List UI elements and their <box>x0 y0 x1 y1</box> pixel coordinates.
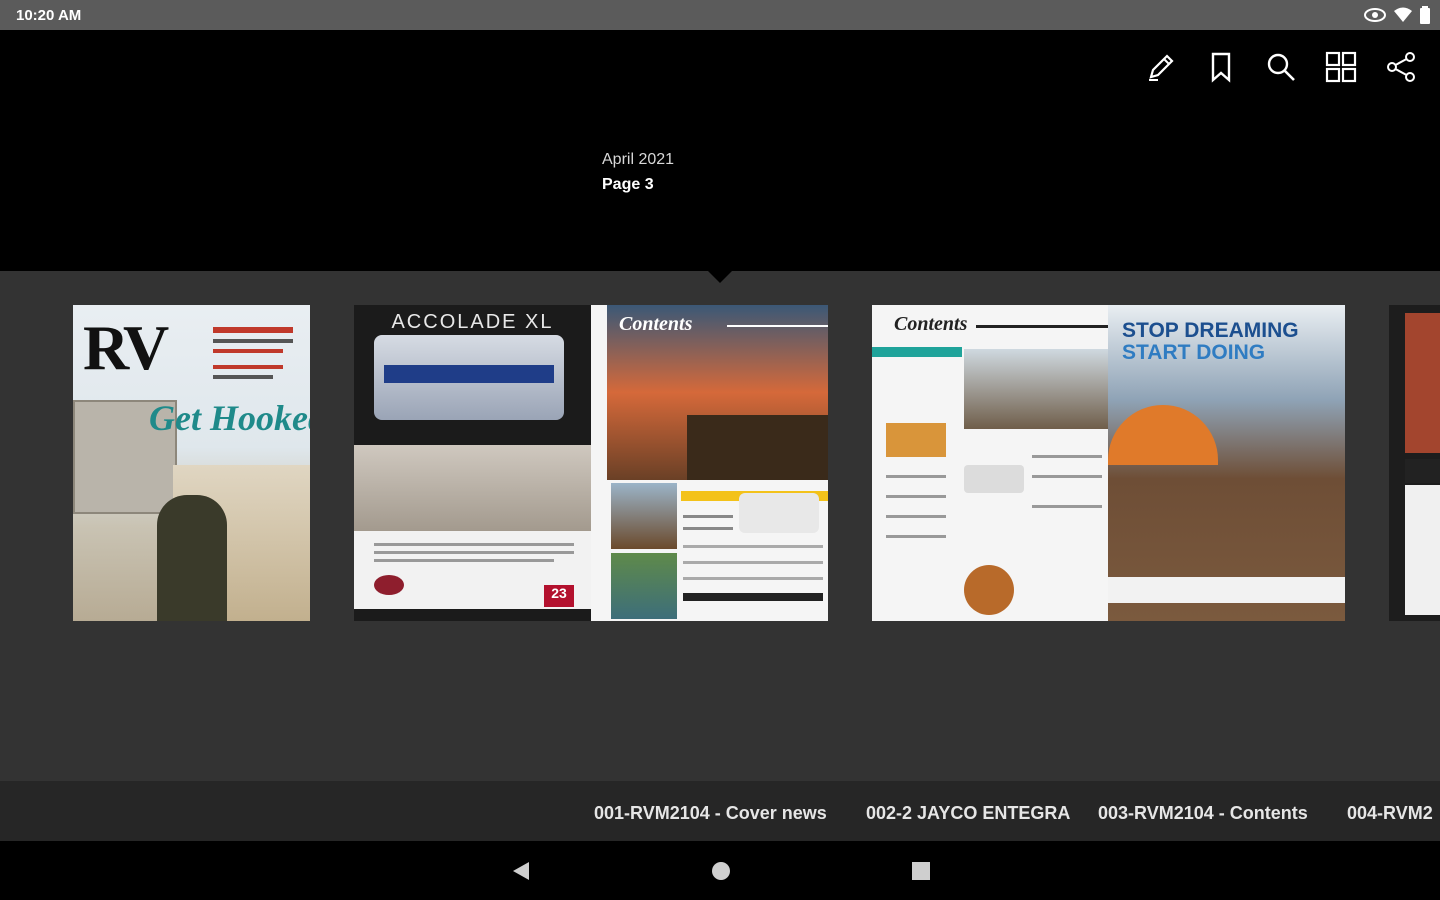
contents-image-b <box>611 553 677 619</box>
bookmark-icon[interactable] <box>1204 50 1238 84</box>
battery-icon <box>1420 6 1430 29</box>
cover-teaser-line <box>213 339 293 343</box>
eye-icon <box>1364 7 1386 28</box>
annotate-icon[interactable] <box>1144 50 1178 84</box>
back-icon[interactable] <box>508 858 534 884</box>
motorhome-image <box>374 335 564 420</box>
contents-title: Contents <box>619 313 693 335</box>
issue-header <box>0 108 1440 271</box>
van-image <box>739 493 819 533</box>
wifi-icon <box>1394 7 1412 28</box>
cover-headline: Get Hooked! <box>149 398 310 438</box>
page-labels-bar: 001-RVM2104 - Cover news 002-2 JAYCO ENT… <box>0 781 1440 841</box>
departments-bar <box>872 347 962 357</box>
hiker-image <box>964 349 1108 429</box>
thumbnails-grid-icon[interactable] <box>1324 50 1358 84</box>
paraglider-wing <box>1108 405 1218 465</box>
status-bar: 10:20 AM <box>0 0 1440 30</box>
page-label[interactable]: 003-RVM2104 - Contents <box>1098 803 1308 824</box>
recents-icon[interactable] <box>908 858 934 884</box>
cover-teaser-line <box>213 327 293 333</box>
page-label[interactable]: 002-2 JAYCO ENTEGRA <box>866 803 1070 824</box>
share-icon[interactable] <box>1384 50 1418 84</box>
contents-image-a <box>611 483 677 549</box>
interior-image <box>354 445 591 531</box>
spread-contents-title: Contents <box>894 313 968 335</box>
page-thumbnail-ad[interactable]: ACCOLADE XL 23 <box>354 305 591 621</box>
cover-teaser-line <box>213 375 273 379</box>
spread-headline-1: STOP DREAMING <box>1122 319 1299 342</box>
current-page-label: Page 3 <box>602 176 654 193</box>
page-thumbnail-contents[interactable]: Contents <box>591 305 828 621</box>
page-label[interactable]: 004-RVM2 <box>1347 803 1433 824</box>
spread-headline-2: START DOING <box>1122 341 1266 364</box>
ad-page-number: 23 <box>544 585 574 607</box>
page-label[interactable]: 001-RVM2104 - Cover news <box>594 803 827 824</box>
ad-title: ACCOLADE XL <box>391 311 554 333</box>
food-image <box>886 423 946 457</box>
ad-footer-bar <box>1108 577 1345 603</box>
lighthouse-image: Contents <box>607 305 828 480</box>
status-time: 10:20 AM <box>16 7 82 24</box>
issue-date: April 2021 <box>602 151 675 168</box>
page-thumbnail-next[interactable] <box>1389 305 1440 621</box>
cover-teaser-line <box>213 349 283 353</box>
paraglider-ad-image: STOP DREAMING START DOING <box>1108 305 1345 621</box>
cover-masthead: RV <box>83 312 169 383</box>
search-icon[interactable] <box>1264 50 1298 84</box>
fisherman-figure <box>157 495 227 621</box>
cover-teaser-line <box>213 365 283 369</box>
home-icon[interactable] <box>708 858 734 884</box>
current-page-pointer <box>708 271 732 283</box>
kayak-image <box>964 565 1014 615</box>
page-thumbnail-cover[interactable]: RV Get Hooked! <box>73 305 310 621</box>
page-thumbnail-spread[interactable]: Contents STOP DREAMING START DOING <box>872 305 1345 621</box>
status-icons <box>1364 6 1430 29</box>
trailer-small-image <box>964 465 1024 493</box>
